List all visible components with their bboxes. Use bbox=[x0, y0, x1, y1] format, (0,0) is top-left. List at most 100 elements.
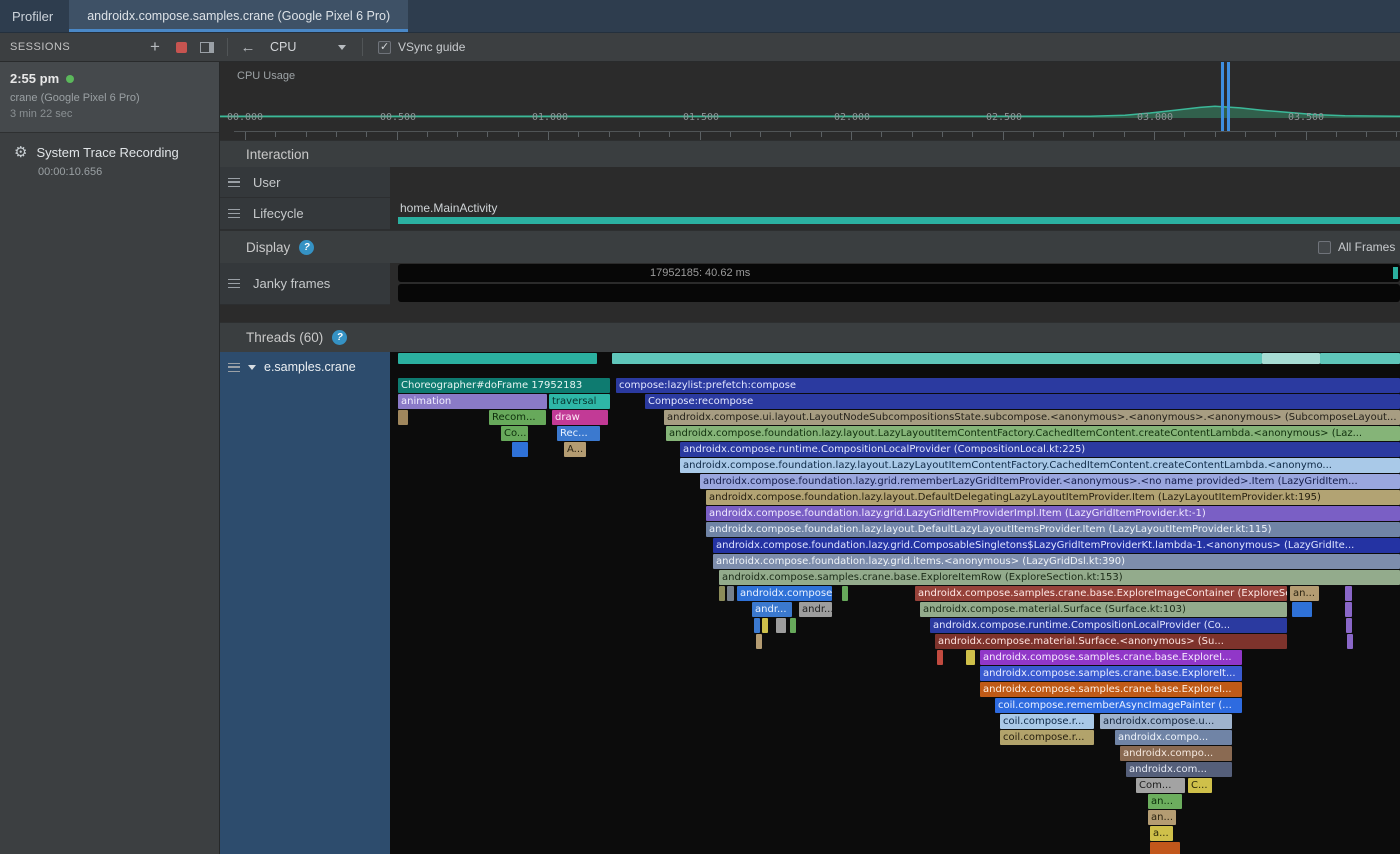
thread-row-e-samples-crane[interactable]: e.samples.crane bbox=[228, 360, 384, 374]
all-frames-checkbox[interactable]: All Frames bbox=[1318, 231, 1395, 263]
trace-event-bar[interactable]: draw bbox=[552, 410, 608, 425]
vsync-guide-checkbox[interactable]: VSync guide bbox=[378, 40, 465, 54]
trace-event-bar[interactable]: Compose:recompose bbox=[645, 394, 1400, 409]
janky-track-chart[interactable]: 17952185: 40.62 ms bbox=[390, 263, 1400, 305]
lifecycle-track-label[interactable]: Lifecycle bbox=[220, 198, 390, 230]
drag-handle-icon[interactable] bbox=[228, 279, 240, 288]
trace-event-bar[interactable]: androidx.compose.ui.layout.LayoutNodeSub… bbox=[664, 410, 1400, 425]
trace-event-bar[interactable] bbox=[790, 618, 796, 633]
trace-event-bar[interactable]: androidx.compose.samples.crane.base.Expl… bbox=[980, 650, 1242, 665]
trace-event-bar[interactable]: A... bbox=[564, 442, 586, 457]
thread-activity-segment bbox=[612, 353, 1262, 364]
trace-event-bar[interactable] bbox=[937, 650, 943, 665]
cpu-usage-track[interactable]: CPU Usage 00.00000.50001.00001.50002.000… bbox=[220, 62, 1400, 140]
trace-event-bar[interactable] bbox=[1345, 602, 1352, 617]
recording-item[interactable]: System Trace Recording 00:00:10.656 bbox=[0, 133, 219, 188]
trace-event-bar[interactable]: Com... bbox=[1136, 778, 1185, 793]
trace-event-bar[interactable]: androidx.compose.runtime.CompositionLoca… bbox=[680, 442, 1400, 457]
live-session-dot-icon bbox=[66, 75, 74, 83]
trace-event-bar[interactable]: andr... bbox=[799, 602, 832, 617]
trace-event-bar[interactable]: androidx.compose.u... bbox=[1100, 714, 1232, 729]
trace-event-bar[interactable]: Choreographer#doFrame 17952183 bbox=[398, 378, 610, 393]
trace-event-bar[interactable]: androidx.com... bbox=[1126, 762, 1232, 777]
trace-event-bar[interactable] bbox=[762, 618, 768, 633]
trace-event-bar[interactable]: androidx.compo... bbox=[1115, 730, 1232, 745]
back-arrow-icon[interactable] bbox=[235, 36, 261, 58]
trace-event-bar[interactable]: androidx.compose.runtime.CompositionLoca… bbox=[930, 618, 1287, 633]
trace-event-bar[interactable] bbox=[776, 618, 786, 633]
trace-event-bar[interactable]: androidx.compose.samples.crane.base.Expl… bbox=[915, 586, 1287, 601]
flame-chart[interactable]: Choreographer#doFrame 17952183 compose:la… bbox=[390, 352, 1400, 854]
trace-event-bar[interactable]: coil.compose.rememberAsyncImagePainter (… bbox=[995, 698, 1242, 713]
drag-handle-icon[interactable] bbox=[228, 363, 240, 372]
stop-square-icon bbox=[176, 42, 187, 53]
trace-event-bar[interactable]: andr... bbox=[752, 602, 792, 617]
trace-event-bar[interactable]: androidx.compose.material.Surface.<anony… bbox=[935, 634, 1287, 649]
help-icon[interactable] bbox=[332, 330, 347, 345]
thread-name: e.samples.crane bbox=[264, 360, 356, 374]
trace-event-bar[interactable] bbox=[727, 586, 734, 601]
trace-event-bar[interactable]: a... bbox=[1150, 826, 1173, 841]
trace-event-bar[interactable] bbox=[756, 634, 762, 649]
lifecycle-track-chart[interactable]: home.MainActivity bbox=[390, 198, 1400, 230]
trace-event-bar[interactable]: Recom... bbox=[489, 410, 546, 425]
trace-event-bar[interactable]: androidx.compose.samples.crane.base.Expl… bbox=[719, 570, 1400, 585]
trace-event-bar[interactable]: coil.compose.r... bbox=[1000, 730, 1094, 745]
trace-event-bar[interactable] bbox=[1150, 842, 1180, 854]
user-track-chart[interactable] bbox=[390, 167, 1400, 198]
trace-event-bar[interactable] bbox=[512, 442, 528, 457]
trace-event-bar[interactable] bbox=[1345, 586, 1352, 601]
trace-event-bar[interactable] bbox=[1347, 634, 1353, 649]
janky-track-label[interactable]: Janky frames bbox=[220, 263, 390, 305]
trace-event-bar[interactable]: androidx.compose.foundation.lazy.grid.La… bbox=[706, 506, 1400, 521]
janky-frame-lane[interactable] bbox=[398, 284, 1400, 302]
user-track: User bbox=[220, 167, 1400, 198]
trace-event-bar[interactable]: androidx.compose.foundation.lazy.layout.… bbox=[680, 458, 1400, 473]
cpu-usage-label: CPU Usage bbox=[237, 70, 295, 82]
trace-event-bar[interactable]: Co... bbox=[501, 426, 528, 441]
expand-caret-icon[interactable] bbox=[248, 365, 256, 370]
trace-event-bar[interactable] bbox=[1292, 602, 1312, 617]
trace-event-bar[interactable]: an... bbox=[1290, 586, 1319, 601]
lifecycle-activity-bar[interactable] bbox=[398, 217, 1400, 224]
stop-recording-icon[interactable] bbox=[168, 36, 194, 58]
help-icon[interactable] bbox=[299, 240, 314, 255]
trace-event-bar[interactable]: androidx.compose.foundation.lazy.layout.… bbox=[706, 522, 1400, 537]
session-card[interactable]: 2:55 pm crane (Google Pixel 6 Pro) 3 min… bbox=[0, 62, 219, 133]
drag-handle-icon[interactable] bbox=[228, 178, 240, 187]
trace-event-bar[interactable]: C... bbox=[1188, 778, 1212, 793]
collapse-panel-icon[interactable] bbox=[194, 36, 220, 58]
trace-event-bar[interactable]: androidx.compose.foundation.lazy.grid.it… bbox=[713, 554, 1400, 569]
trace-event-bar[interactable] bbox=[842, 586, 848, 601]
trace-event-bar[interactable] bbox=[754, 618, 760, 633]
trace-event-bar[interactable]: an... bbox=[1148, 794, 1182, 809]
toolbar-separator bbox=[362, 38, 363, 56]
trace-event-bar[interactable]: androidx.compose.foundation.lazy.grid.Co… bbox=[713, 538, 1400, 553]
trace-event-bar[interactable]: compose:lazylist:prefetch:compose bbox=[616, 378, 1400, 393]
trace-event-bar[interactable]: androidx.compose.samples.crane.base.Expl… bbox=[980, 666, 1242, 681]
trace-event-bar[interactable]: coil.compose.r... bbox=[1000, 714, 1094, 729]
recording-duration: 00:00:10.656 bbox=[38, 166, 209, 178]
user-track-label[interactable]: User bbox=[220, 167, 390, 198]
trace-event-bar[interactable] bbox=[1346, 618, 1352, 633]
trace-event-bar[interactable]: androidx.compose.foundation.lazy.grid.re… bbox=[700, 474, 1400, 489]
trace-event-bar[interactable]: androidx.compose.foundation.lazy.layout.… bbox=[706, 490, 1400, 505]
trace-event-bar[interactable]: Rec... bbox=[557, 426, 600, 441]
session-tab[interactable]: androidx.compose.samples.crane (Google P… bbox=[69, 0, 408, 32]
trace-event-bar[interactable]: androidx.compose.ui.layout.m... bbox=[737, 586, 832, 601]
trace-event-bar[interactable]: androidx.compo... bbox=[1120, 746, 1232, 761]
janky-frame-lane[interactable]: 17952185: 40.62 ms bbox=[398, 264, 1400, 282]
trace-event-bar[interactable]: an... bbox=[1148, 810, 1176, 825]
thread-activity-segment bbox=[1320, 353, 1400, 364]
profiler-view-dropdown[interactable]: CPU bbox=[261, 36, 355, 58]
trace-event-bar[interactable] bbox=[398, 410, 408, 425]
drag-handle-icon[interactable] bbox=[228, 209, 240, 218]
trace-event-bar[interactable]: androidx.compose.samples.crane.base.Expl… bbox=[980, 682, 1242, 697]
trace-event-bar[interactable]: androidx.compose.material.Surface (Surfa… bbox=[920, 602, 1287, 617]
trace-event-bar[interactable] bbox=[719, 586, 725, 601]
trace-event-bar[interactable]: animation bbox=[398, 394, 547, 409]
trace-event-bar[interactable]: androidx.compose.foundation.lazy.layout.… bbox=[666, 426, 1400, 441]
add-session-icon[interactable] bbox=[142, 36, 168, 58]
trace-event-bar[interactable]: traversal bbox=[549, 394, 610, 409]
trace-event-bar[interactable] bbox=[966, 650, 975, 665]
